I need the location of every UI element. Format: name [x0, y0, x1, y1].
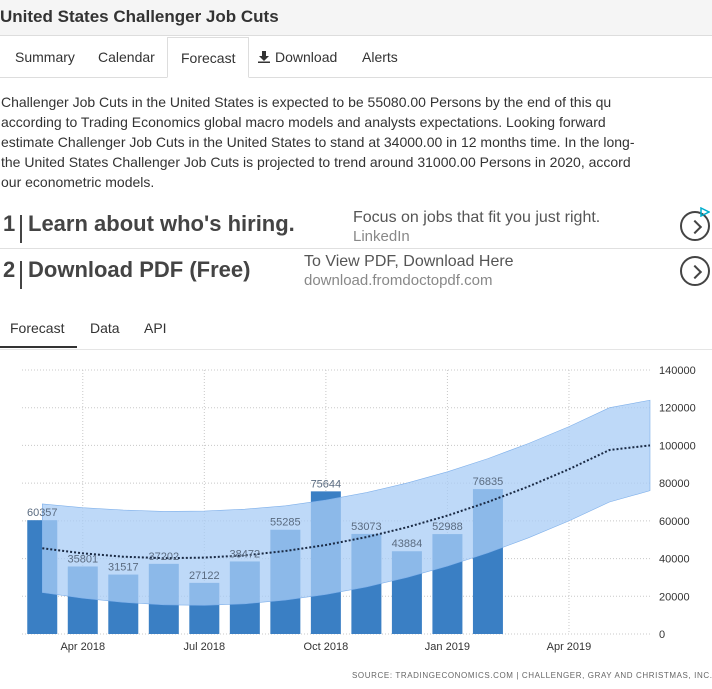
description-line: estimate Challenger Job Cuts in the Unit…	[1, 134, 635, 150]
subtab-api[interactable]: API	[144, 312, 167, 348]
x-tick-label: Jul 2018	[184, 641, 226, 653]
ad-separator	[0, 248, 712, 249]
tab-download[interactable]: Download	[258, 37, 337, 77]
data-label: 31517	[108, 562, 139, 574]
tab-summary[interactable]: Summary	[15, 37, 75, 77]
ad-description: To View PDF, Download Here	[304, 253, 514, 270]
chevron-right-icon[interactable]	[680, 256, 710, 286]
y-tick-label: 60000	[659, 516, 690, 528]
page-header: United States Challenger Job Cuts	[0, 0, 712, 36]
ad-source: LinkedIn	[353, 228, 410, 245]
x-tick-label: Apr 2019	[547, 641, 592, 653]
x-tick-label: Oct 2018	[304, 641, 349, 653]
data-label: 38472	[230, 548, 261, 560]
tab-download-label: Download	[275, 49, 338, 65]
data-label: 52988	[432, 521, 463, 533]
ad-divider	[20, 215, 22, 243]
subtab-data[interactable]: Data	[90, 312, 120, 348]
data-label: 27122	[189, 570, 220, 582]
description-line: our econometric models.	[1, 174, 155, 190]
y-tick-label: 120000	[659, 403, 696, 415]
tab-calendar[interactable]: Calendar	[98, 37, 155, 77]
ad-description: Focus on jobs that fit you just right.	[353, 209, 601, 226]
y-tick-label: 0	[659, 629, 665, 641]
adchoices-icon[interactable]	[700, 207, 710, 217]
chart-tabs: Forecast Data API	[0, 312, 712, 350]
y-tick-label: 140000	[659, 365, 696, 377]
forecast-chart: 0 20000 40000 60000 80000 100000 120000 140000 6…	[22, 365, 696, 653]
chart-source: SOURCE: TRADINGECONOMICS.COM | CHALLENGE…	[352, 671, 712, 680]
ad-linkedin[interactable]: 1 Learn about who's hiring. Focus on job…	[0, 209, 712, 257]
page-title: United States Challenger Job Cuts	[0, 7, 279, 26]
download-icon	[258, 51, 270, 63]
x-tick-label: Jan 2019	[425, 641, 470, 653]
data-label: 55285	[270, 517, 301, 529]
y-tick-label: 20000	[659, 591, 690, 603]
y-tick-label: 40000	[659, 554, 690, 566]
data-label: 60357	[27, 507, 58, 519]
data-label: 75644	[311, 478, 342, 490]
tab-forecast[interactable]: Forecast	[167, 37, 250, 78]
ad-source: download.fromdoctopdf.com	[304, 272, 493, 289]
description-line: according to Trading Economics global ma…	[1, 114, 606, 130]
chart-tabs-divider	[0, 349, 712, 350]
data-label: 37202	[149, 551, 180, 563]
y-tick-label: 80000	[659, 478, 690, 490]
data-label: 43884	[392, 538, 423, 550]
data-label: 35801	[67, 553, 98, 565]
ad-download-pdf[interactable]: 2 Download PDF (Free) To View PDF, Downl…	[0, 253, 712, 303]
subtab-forecast[interactable]: Forecast	[0, 312, 77, 348]
y-tick-label: 100000	[659, 440, 696, 452]
forecast-description: Challenger Job Cuts in the United States…	[1, 92, 712, 192]
ad-divider	[20, 261, 22, 289]
ad-title[interactable]: Learn about who's hiring.	[28, 211, 295, 237]
data-label: 76835	[473, 476, 504, 488]
forecast-band	[42, 399, 651, 606]
x-tick-label: Apr 2018	[60, 641, 105, 653]
ad-number: 2	[3, 257, 16, 282]
tab-alerts[interactable]: Alerts	[362, 37, 398, 77]
description-line: Challenger Job Cuts in the United States…	[1, 94, 612, 110]
ad-title[interactable]: Download PDF (Free)	[28, 257, 250, 283]
data-label: 53073	[351, 521, 382, 533]
tab-bar: Summary Calendar Forecast Download Alert…	[0, 37, 712, 78]
description-line: the United States Challenger Job Cuts is…	[1, 154, 631, 170]
ad-number: 1	[3, 211, 16, 236]
